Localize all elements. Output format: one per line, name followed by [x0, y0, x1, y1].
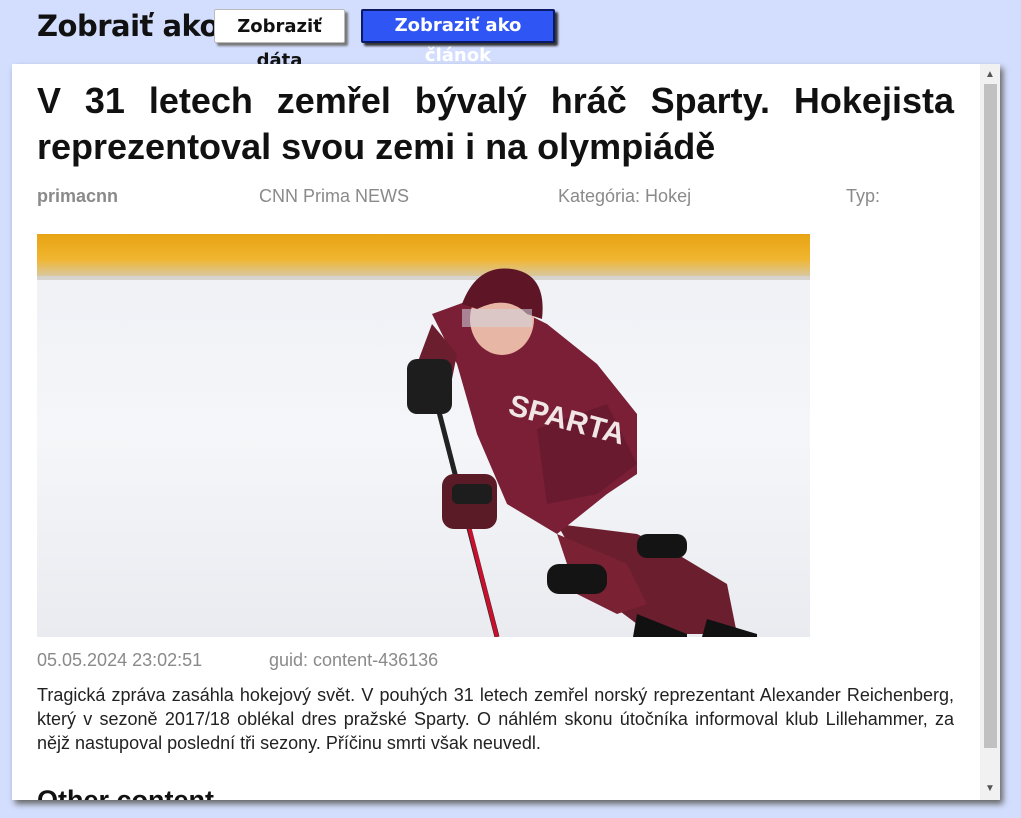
article-body: Tragická zpráva zasáhla hokejový svět. V… — [37, 685, 954, 753]
scrollbar[interactable]: ▲ ▼ — [980, 64, 1000, 800]
scroll-up-arrow-icon[interactable]: ▲ — [980, 66, 1000, 84]
scrollbar-thumb[interactable] — [984, 84, 997, 748]
article-type: Typ: — [846, 186, 881, 206]
article-source: CNN Prima NEWS — [259, 186, 410, 206]
article-meta: primacnn CNN Prima NEWS Kategória: Hokej… — [37, 182, 954, 222]
hockey-player-illustration: SPARTA — [407, 268, 757, 637]
article-panel[interactable]: V 31 letech zemřel bývalý hráč Sparty. H… — [12, 64, 1000, 800]
glove-left — [407, 359, 452, 414]
view-as-label: Zobraiť ako: — [37, 9, 231, 43]
scroll-down-arrow-icon[interactable]: ▼ — [980, 780, 1000, 798]
toolbar: Zobraiť ako: Zobraziť dáta Zobraziť ako … — [0, 0, 1021, 71]
article-title: V 31 letech zemřel bývalý hráč Sparty. H… — [37, 80, 954, 167]
visor — [462, 309, 532, 327]
article-date: 05.05.2024 23:02:51 — [37, 650, 203, 670]
article-image: SPARTA — [37, 234, 810, 637]
view-data-button[interactable]: Zobraziť dáta — [214, 9, 345, 71]
article-category: Kategória: Hokej — [558, 186, 692, 206]
view-article-button[interactable]: Zobraziť ako článok — [361, 9, 555, 66]
article-author: primacnn — [37, 186, 119, 206]
article-dateline: 05.05.2024 23:02:51 guid: content-436136 — [37, 645, 954, 681]
other-content-heading: Other content — [37, 785, 215, 800]
article-content: V 31 letech zemřel bývalý hráč Sparty. H… — [37, 64, 954, 800]
article-guid: guid: content-436136 — [269, 650, 439, 670]
